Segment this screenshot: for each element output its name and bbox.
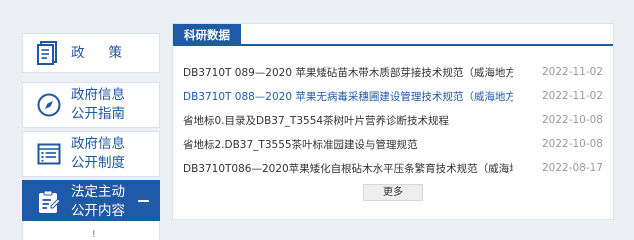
submenu-mark: ! xyxy=(92,230,96,240)
sidebar-item-guide[interactable]: 政府信息 公开指南 xyxy=(22,82,160,128)
list-item-date: 2022-11-02 xyxy=(541,66,603,78)
list-item-title[interactable]: DB3710T086—2020苹果矮化自根砧木水平压条繁育技术规范（威海地方标准… xyxy=(183,161,513,176)
list-item[interactable]: 省地标2.DB37_T3555茶叶标准园建设与管理规范 2022-10-08 xyxy=(183,134,603,154)
list-item-title[interactable]: 省地标0.目录及DB37_T3554茶树叶片营养诊断技术规程 xyxy=(183,113,513,128)
list-item-title[interactable]: 省地标2.DB37_T3555茶叶标准园建设与管理规范 xyxy=(183,137,513,152)
list-item[interactable]: DB3710T086—2020苹果矮化自根砧木水平压条繁育技术规范（威海地方标准… xyxy=(183,158,603,178)
tab-research-data[interactable]: 科研数据 xyxy=(173,24,241,46)
clipboard-edit-icon xyxy=(27,182,71,222)
label-line-1: 政府信息 xyxy=(71,136,125,152)
more-button[interactable]: 更多 xyxy=(363,184,423,201)
sidebar-item-label: 政策 xyxy=(71,44,146,61)
list-item[interactable]: 省地标0.目录及DB37_T3554茶树叶片营养诊断技术规程 2022-10-0… xyxy=(183,110,603,130)
document-icon xyxy=(27,33,71,73)
sidebar-item-label: 政府信息 公开指南 xyxy=(71,86,125,124)
list-item[interactable]: DB3710T 089—2020 苹果矮砧苗木带木质部芽接技术规范（威海地方标准… xyxy=(183,62,603,82)
research-data-panel: 科研数据 DB3710T 089—2020 苹果矮砧苗木带木质部芽接技术规范（威… xyxy=(172,23,614,220)
sidebar-item-statutory-disclosure[interactable]: 法定主动 公开内容 xyxy=(22,180,160,223)
compass-icon xyxy=(27,85,71,125)
list-item-date: 2022-10-08 xyxy=(541,114,603,126)
list-item-date: 2022-10-08 xyxy=(541,138,603,150)
panel-header: 科研数据 xyxy=(173,24,613,46)
sidebar-item-system[interactable]: 政府信息 公开制度 xyxy=(22,131,160,177)
label-line-1: 法定主动 xyxy=(71,183,125,200)
sidebar-item-label: 法定主动 公开内容 xyxy=(71,183,125,221)
label-line-2: 公开指南 xyxy=(71,106,125,122)
label-line-1: 政府信息 xyxy=(71,87,125,103)
sidebar-item-label: 政府信息 公开制度 xyxy=(71,135,125,173)
list-item-date: 2022-11-02 xyxy=(541,90,603,102)
label-line-2: 公开制度 xyxy=(71,155,125,171)
list-item-title[interactable]: DB3710T 088—2020 苹果无病毒采穗圃建设管理技术规范（威海地方标准… xyxy=(183,89,513,104)
submenu-stub xyxy=(22,221,160,240)
list-icon xyxy=(27,134,71,174)
list-item-title[interactable]: DB3710T 089—2020 苹果矮砧苗木带木质部芽接技术规范（威海地方标准… xyxy=(183,65,513,80)
sidebar-item-policy[interactable]: 政策 xyxy=(22,33,160,73)
collapse-icon[interactable] xyxy=(138,200,149,202)
list-item[interactable]: DB3710T 088—2020 苹果无病毒采穗圃建设管理技术规范（威海地方标准… xyxy=(183,86,603,106)
list-item-date: 2022-08-17 xyxy=(541,162,603,174)
label-line-2: 公开内容 xyxy=(71,202,125,219)
